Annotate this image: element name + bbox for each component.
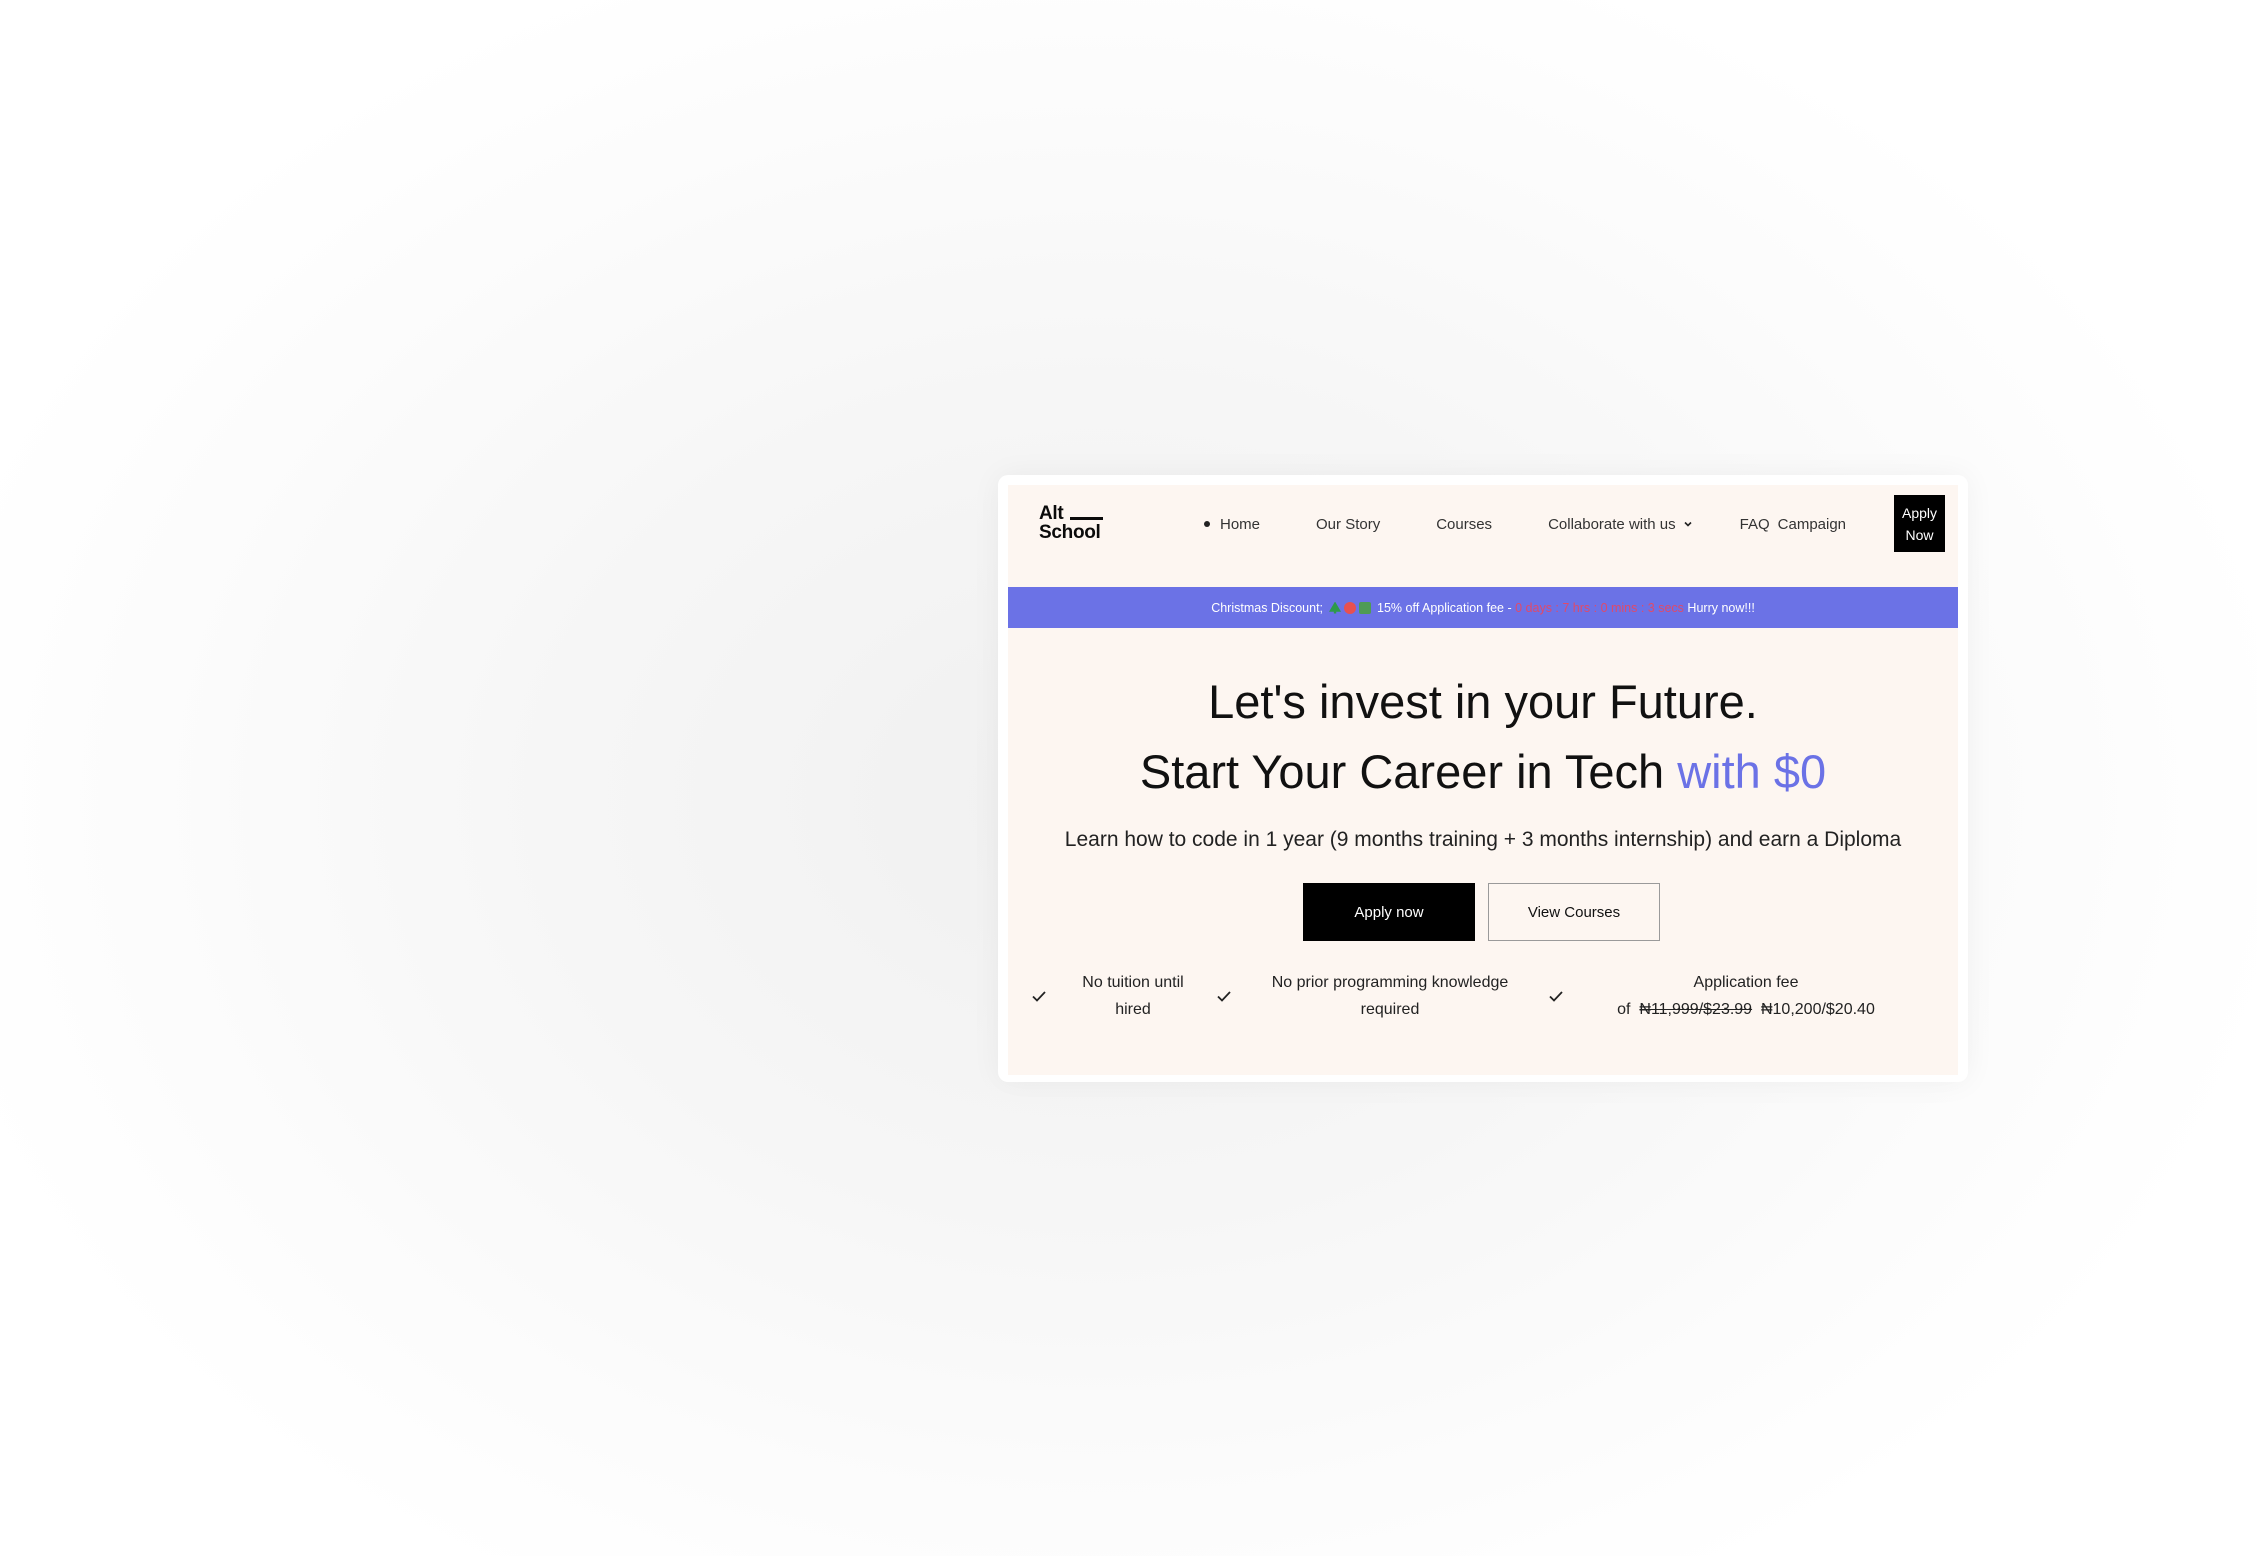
cactus-icon [1359, 601, 1372, 614]
view-courses-button[interactable]: View Courses [1488, 883, 1660, 941]
nav-link-label: Courses [1436, 515, 1493, 533]
banner-prefix: Christmas Discount; [1211, 600, 1324, 615]
nav-link-home[interactable]: Home [1204, 516, 1260, 533]
old-price: ₦11,999/$23.99 [1639, 1001, 1753, 1018]
banner-cta: Hurry now!!! [1687, 600, 1755, 615]
feature-line1: No prior programming knowledge [1271, 974, 1509, 991]
banner-countdown: 0 days : 7 hrs : 0 mins : 3 secs [1515, 600, 1684, 615]
feature-line1: Application fee [1693, 974, 1799, 991]
new-price: ₦10,200/$20.40 [1760, 1001, 1875, 1018]
nav-link-collaborate[interactable]: Collaborate with us [1548, 516, 1693, 533]
apply-now-nav-button[interactable]: Apply Now [1894, 495, 1945, 552]
nav-link-courses[interactable]: Courses [1436, 516, 1492, 533]
screenshot-card: Alt School Home Our Story Courses Collab… [998, 475, 1968, 1082]
nav-link-label: FAQ [1739, 515, 1770, 533]
hero-subtitle: Learn how to code in 1 year (9 months tr… [1064, 828, 1902, 851]
nav-link-campaign[interactable]: Campaign [1778, 516, 1846, 533]
feature-no-tuition: No tuition until hired [1030, 969, 1196, 1023]
hero-heading-line1: Let's invest in your Future. [1208, 675, 1758, 728]
nav-links: Home Our Story Courses Collaborate with … [1204, 512, 1846, 536]
hero-heading-main: Start Your Career in Tech [1139, 745, 1665, 798]
feature-text: No prior programming knowledge required [1255, 969, 1525, 1023]
nav-link-label: Our Story [1316, 515, 1381, 533]
checkmark-icon [1217, 991, 1231, 1002]
nav-link-faq[interactable]: FAQ [1740, 516, 1770, 533]
apply-now-button[interactable]: Apply now [1303, 883, 1475, 941]
discount-banner: Christmas Discount; 15% off Application … [1008, 587, 1958, 628]
feature-line2: hired [1115, 1001, 1151, 1018]
nav-link-label: Home [1220, 515, 1261, 533]
feature-no-prior-knowledge: No prior programming knowledge required [1215, 969, 1525, 1023]
feature-text: Application fee of ₦11,999/$23.99 ₦10,20… [1587, 969, 1905, 1023]
feature-line2: of ₦11,999/$23.99 ₦10,200/$20.40 [1587, 996, 1905, 1023]
nav-link-label: Campaign [1777, 515, 1847, 533]
chevron-down-icon [1684, 521, 1692, 527]
active-dot-icon [1204, 521, 1210, 527]
feature-line2: required [1360, 1001, 1420, 1018]
christmas-tree-icon [1329, 601, 1342, 614]
feature-application-fee: Application fee of ₦11,999/$23.99 ₦10,20… [1547, 969, 1905, 1023]
logo-text-school: School [1039, 522, 1101, 543]
feature-text: No tuition until hired [1070, 969, 1196, 1023]
fee-prefix: of [1617, 1001, 1631, 1018]
checkmark-icon [1032, 991, 1046, 1002]
altschool-landing-page: Alt School Home Our Story Courses Collab… [1008, 485, 1958, 1075]
hero-heading-line2: Start Your Career in Tech with $0 [1008, 743, 1958, 801]
banner-offer: 15% off Application fee - [1377, 600, 1512, 615]
checkmark-icon [1549, 991, 1563, 1002]
santa-icon [1344, 601, 1357, 614]
apply-now-nav-line2: Now [1905, 526, 1934, 543]
nav-link-our-story[interactable]: Our Story [1316, 516, 1380, 533]
nav-link-label: Collaborate with us [1548, 515, 1676, 533]
logo-text-alt: Alt [1039, 504, 1109, 523]
hero-heading-accent: with $0 [1677, 745, 1827, 798]
apply-now-nav-line1: Apply [1901, 504, 1938, 521]
feature-line1: No tuition until [1082, 974, 1184, 991]
altschool-logo[interactable]: Alt School [1039, 504, 1109, 544]
top-navigation: Alt School Home Our Story Courses Collab… [1008, 485, 1958, 562]
banner-emojis [1329, 601, 1372, 614]
